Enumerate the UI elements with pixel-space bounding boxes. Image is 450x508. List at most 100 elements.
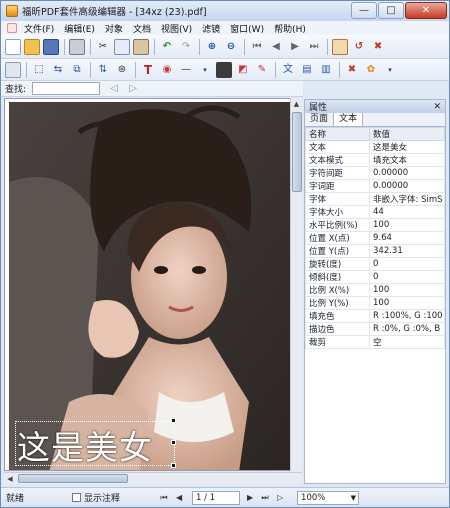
resize-handle[interactable] bbox=[171, 463, 176, 468]
property-row[interactable]: 比例 X(%) 100 bbox=[305, 283, 445, 297]
minimize-button[interactable]: — bbox=[351, 2, 377, 19]
line-dropdown-icon[interactable]: ▾ bbox=[197, 62, 213, 78]
line-tool-icon[interactable]: — bbox=[178, 62, 194, 78]
tab-page[interactable]: 页面 bbox=[305, 113, 335, 126]
zoom-out-icon[interactable]: ⊖ bbox=[223, 39, 239, 55]
paste-icon[interactable] bbox=[133, 38, 149, 55]
prev-page-nav-icon[interactable]: ◀ bbox=[173, 492, 185, 504]
find-next-icon[interactable]: ▷ bbox=[125, 81, 141, 97]
document-canvas[interactable]: 这是美女 bbox=[4, 98, 302, 471]
properties-icon[interactable] bbox=[332, 38, 348, 55]
property-row[interactable]: 文本模式 填充文本 bbox=[305, 153, 445, 167]
text-tool-icon[interactable]: T bbox=[140, 62, 156, 78]
scroll-thumb-horizontal[interactable] bbox=[18, 474, 128, 483]
show-annotations-checkbox[interactable] bbox=[72, 493, 82, 502]
tab-text[interactable]: 文本 bbox=[334, 113, 364, 126]
grid-icon[interactable] bbox=[5, 61, 21, 78]
last-page-nav-icon[interactable]: ⏭ bbox=[259, 492, 271, 504]
property-value[interactable]: 100 bbox=[369, 218, 445, 232]
property-value[interactable]: R :0%, G :0%, B bbox=[369, 322, 445, 336]
menu-filter[interactable]: 滤镜 bbox=[199, 22, 223, 35]
flip-icon[interactable]: ⇅ bbox=[95, 62, 111, 78]
property-value[interactable]: 空 bbox=[369, 335, 445, 349]
next-page-icon[interactable]: ▶ bbox=[287, 39, 303, 55]
page-number-field[interactable]: 1 / 1 bbox=[192, 490, 241, 505]
rect-fill-icon[interactable] bbox=[216, 61, 232, 78]
property-value[interactable]: 100 bbox=[369, 283, 445, 297]
property-row[interactable]: 文本 这是美女 bbox=[305, 140, 445, 154]
image-insert-icon[interactable]: ◩ bbox=[235, 62, 251, 78]
align-icon[interactable]: ▤ bbox=[299, 62, 315, 78]
property-value[interactable]: 0.00000 bbox=[369, 166, 445, 180]
redo-icon[interactable]: ↷ bbox=[178, 39, 194, 55]
resize-handle[interactable] bbox=[171, 418, 176, 423]
select-icon[interactable]: ⬚ bbox=[31, 62, 47, 78]
find-input[interactable] bbox=[32, 82, 101, 95]
copy-icon[interactable] bbox=[114, 38, 130, 55]
property-value[interactable]: R :100%, G :100 bbox=[369, 309, 445, 323]
edit-image-icon[interactable]: ✎ bbox=[254, 62, 270, 78]
maximize-button[interactable]: □ bbox=[378, 2, 404, 19]
menu-file[interactable]: 文件(F) bbox=[21, 22, 57, 35]
prev-page-icon[interactable]: ◀ bbox=[268, 39, 284, 55]
cut-icon[interactable]: ✂ bbox=[95, 39, 111, 55]
menu-help[interactable]: 帮助(H) bbox=[271, 22, 309, 35]
color-icon[interactable]: ◉ bbox=[159, 62, 175, 78]
zoom-select[interactable]: 100% ▼ bbox=[297, 490, 360, 505]
property-value[interactable]: 0.00000 bbox=[369, 179, 445, 193]
scroll-thumb[interactable] bbox=[292, 112, 302, 192]
resize-handle[interactable] bbox=[171, 440, 176, 445]
property-row[interactable]: 字符间距 0.00000 bbox=[305, 166, 445, 180]
save-icon[interactable] bbox=[43, 38, 59, 55]
menu-object[interactable]: 对象 bbox=[102, 22, 126, 35]
zoom-dropdown-icon[interactable]: ▼ bbox=[351, 492, 356, 504]
property-row[interactable]: 水平比例(%) 100 bbox=[305, 218, 445, 232]
property-row[interactable]: 位置 Y(点) 342.31 bbox=[305, 244, 445, 258]
property-row[interactable]: 字体大小 44 bbox=[305, 205, 445, 219]
last-page-icon[interactable]: ⏭ bbox=[306, 39, 322, 55]
vertical-scrollbar[interactable]: ▲ bbox=[290, 98, 302, 471]
property-value[interactable]: 342.31 bbox=[369, 244, 445, 258]
next-page-nav-icon[interactable]: ▶ bbox=[244, 492, 256, 504]
new-icon[interactable] bbox=[5, 38, 21, 55]
open-icon[interactable] bbox=[24, 38, 40, 55]
palette-dropdown-icon[interactable]: ▾ bbox=[382, 62, 398, 78]
property-value[interactable]: 0 bbox=[369, 270, 445, 284]
print-icon[interactable] bbox=[69, 38, 85, 55]
menu-edit[interactable]: 编辑(E) bbox=[61, 22, 98, 35]
property-value[interactable]: 0 bbox=[369, 257, 445, 271]
property-value[interactable]: 填充文本 bbox=[369, 153, 445, 167]
property-value[interactable]: 100 bbox=[369, 296, 445, 310]
revert-icon[interactable]: ↺ bbox=[351, 39, 367, 55]
distribute-icon[interactable]: ▥ bbox=[318, 62, 334, 78]
delete-object-icon[interactable]: ✖ bbox=[344, 62, 360, 78]
find-prev-icon[interactable]: ◁ bbox=[106, 81, 122, 97]
property-row[interactable]: 旋转(度) 0 bbox=[305, 257, 445, 271]
property-value[interactable]: 44 bbox=[369, 205, 445, 219]
scroll-left-icon[interactable]: ◀ bbox=[4, 475, 16, 483]
property-row[interactable]: 倾斜(度) 0 bbox=[305, 270, 445, 284]
first-page-nav-icon[interactable]: ⏮ bbox=[158, 492, 170, 504]
property-row[interactable]: 填充色 R :100%, G :100 bbox=[305, 309, 445, 323]
first-page-icon[interactable]: ⏮ bbox=[249, 39, 265, 55]
play-icon[interactable]: ▷ bbox=[274, 492, 286, 504]
property-row[interactable]: 比例 Y(%) 100 bbox=[305, 296, 445, 310]
palette-icon[interactable]: ✿ bbox=[363, 62, 379, 78]
zoom-in-icon[interactable]: ⊕ bbox=[204, 39, 220, 55]
text-edit-icon[interactable]: 文 bbox=[280, 62, 296, 78]
property-row[interactable]: 字词距 0.00000 bbox=[305, 179, 445, 193]
crop-icon[interactable]: ⧉ bbox=[69, 62, 85, 78]
overlay-text-object[interactable]: 这是美女 bbox=[17, 421, 153, 469]
property-row[interactable]: 字体 非嵌入字体: SimS bbox=[305, 192, 445, 206]
menu-document[interactable]: 文档 bbox=[130, 22, 154, 35]
menu-window[interactable]: 窗口(W) bbox=[227, 22, 267, 35]
property-row[interactable]: 裁剪空 bbox=[305, 335, 445, 349]
property-row[interactable]: 位置 X(点) 9.64 bbox=[305, 231, 445, 245]
target-icon[interactable]: ⊛ bbox=[114, 62, 130, 78]
property-value[interactable]: 9.64 bbox=[369, 231, 445, 245]
rotate-icon[interactable]: ⇆ bbox=[50, 62, 66, 78]
menu-view[interactable]: 视图(V) bbox=[158, 22, 195, 35]
close-button[interactable]: ✕ bbox=[405, 2, 447, 19]
horizontal-scrollbar[interactable]: ◀ bbox=[4, 472, 302, 484]
property-row[interactable]: 描边色 R :0%, G :0%, B bbox=[305, 322, 445, 336]
